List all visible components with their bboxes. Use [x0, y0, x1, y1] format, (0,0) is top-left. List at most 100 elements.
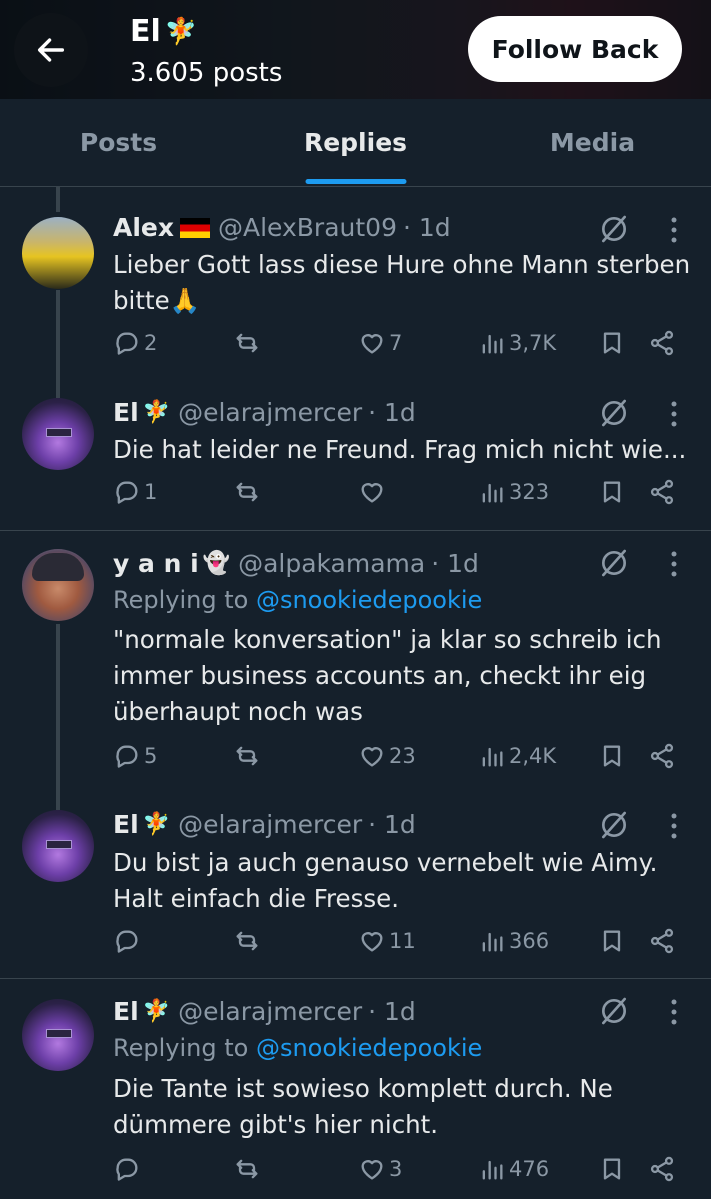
share-icon — [650, 330, 674, 356]
mention-link[interactable]: @snookiedepookie — [256, 586, 482, 614]
author-name[interactable]: El — [113, 398, 139, 427]
mention-link[interactable]: @snookiedepookie — [256, 1034, 482, 1062]
reply-button[interactable]: 5 — [113, 742, 157, 770]
fairy-emoji: 🧚 — [142, 812, 171, 837]
tweet-time: · 1d — [368, 997, 416, 1026]
tweet-header: El 🧚 @elarajmercer · 1d — [113, 810, 416, 839]
bookmark-button[interactable] — [598, 478, 626, 506]
repost-button[interactable] — [233, 478, 264, 506]
back-button[interactable] — [14, 13, 88, 87]
share-button[interactable] — [648, 1155, 676, 1183]
share-button[interactable] — [648, 927, 676, 955]
bookmark-button[interactable] — [598, 927, 626, 955]
views-button[interactable]: 3,7K — [478, 329, 556, 357]
like-button[interactable]: 3 — [358, 1155, 402, 1183]
avatar[interactable] — [22, 549, 94, 621]
author-name[interactable]: El — [113, 810, 139, 839]
views-button[interactable]: 476 — [478, 1155, 549, 1183]
tweet-header: El 🧚 @elarajmercer · 1d — [113, 997, 416, 1026]
like-button[interactable]: 11 — [358, 927, 416, 955]
repost-button[interactable] — [233, 927, 264, 955]
view-count: 476 — [509, 1157, 550, 1181]
more-icon[interactable] — [665, 399, 683, 429]
reply-button[interactable]: 1 — [113, 478, 157, 506]
author-handle[interactable]: @elarajmercer — [178, 810, 362, 839]
tab-posts[interactable]: Posts — [0, 99, 237, 186]
share-button[interactable] — [648, 329, 676, 357]
follow-back-button[interactable]: Follow Back — [468, 16, 682, 82]
author-handle[interactable]: @alpakamama — [238, 549, 425, 578]
replying-label: Replying to — [113, 586, 249, 614]
grok-icon[interactable] — [598, 213, 630, 245]
tweet[interactable]: El 🧚 @elarajmercer · 1d Du bist ja auch … — [0, 793, 711, 978]
replying-to: Replying to @snookiedepookie — [113, 1034, 482, 1062]
views-button[interactable]: 323 — [478, 478, 549, 506]
more-icon[interactable] — [665, 997, 683, 1027]
arrow-left-icon — [37, 38, 65, 62]
reply-button[interactable] — [113, 927, 144, 955]
avatar[interactable] — [22, 999, 94, 1071]
tab-label: Media — [549, 128, 636, 157]
grok-icon[interactable] — [598, 397, 630, 429]
like-button[interactable]: 23 — [358, 742, 416, 770]
avatar[interactable] — [22, 398, 94, 470]
author-name[interactable]: El — [113, 997, 139, 1026]
heart-icon — [361, 334, 383, 354]
fairy-emoji: 🧚 — [164, 16, 198, 47]
tweet-actions: 3 476 — [0, 1155, 711, 1195]
views-button[interactable]: 2,4K — [478, 742, 556, 770]
replying-label: Replying to — [113, 1034, 249, 1062]
views-icon — [482, 932, 503, 952]
author-handle[interactable]: @elarajmercer — [178, 997, 362, 1026]
like-count: 7 — [389, 331, 403, 355]
share-button[interactable] — [648, 742, 676, 770]
bookmark-button[interactable] — [598, 329, 626, 357]
views-button[interactable]: 366 — [478, 927, 549, 955]
more-icon[interactable] — [665, 549, 683, 579]
author-name[interactable]: Alex — [113, 213, 174, 242]
more-icon[interactable] — [665, 215, 683, 245]
like-button[interactable]: 7 — [358, 329, 402, 357]
repost-button[interactable] — [233, 742, 264, 770]
share-icon — [650, 928, 674, 954]
fairy-emoji: 🧚 — [142, 999, 171, 1024]
repost-button[interactable] — [233, 1155, 264, 1183]
tweet-header: Alex @AlexBraut09 · 1d — [113, 213, 451, 242]
bookmark-button[interactable] — [598, 742, 626, 770]
grok-icon[interactable] — [598, 809, 630, 841]
reply-button[interactable] — [113, 1155, 144, 1183]
tweet-text: Die hat leider ne Freund. Frag mich nich… — [113, 435, 687, 464]
bookmark-button[interactable] — [598, 1155, 626, 1183]
views-icon — [482, 747, 503, 767]
author-handle[interactable]: @elarajmercer — [178, 398, 362, 427]
profile-title: El 🧚 — [130, 14, 197, 49]
reply-count: 5 — [144, 744, 158, 768]
view-count: 366 — [509, 929, 550, 953]
share-button[interactable] — [648, 478, 676, 506]
tweet[interactable]: y a n i 👻 @alpakamama · 1d Replying to @… — [0, 531, 711, 793]
reply-icon — [116, 930, 138, 953]
tab-media[interactable]: Media — [474, 99, 711, 186]
grok-icon[interactable] — [598, 547, 630, 579]
reply-count: 1 — [144, 480, 158, 504]
like-count: 3 — [389, 1157, 403, 1181]
post-count: 3.605 posts — [130, 58, 283, 88]
like-count: 11 — [389, 929, 416, 953]
tweet-header: y a n i 👻 @alpakamama · 1d — [113, 549, 479, 578]
reply-button[interactable]: 2 — [113, 329, 157, 357]
repost-button[interactable] — [233, 329, 264, 357]
author-name[interactable]: y a n i — [113, 549, 199, 578]
grok-icon[interactable] — [598, 995, 630, 1027]
author-handle[interactable]: @AlexBraut09 — [218, 213, 397, 242]
tweet[interactable]: El 🧚 @elarajmercer · 1d Replying to @sno… — [0, 979, 711, 1199]
avatar[interactable] — [22, 217, 94, 289]
tweet[interactable]: El 🧚 @elarajmercer · 1d Die hat leider n… — [0, 383, 711, 530]
tab-replies[interactable]: Replies — [237, 99, 474, 186]
share-icon — [650, 1156, 674, 1182]
like-button[interactable] — [358, 478, 389, 506]
avatar[interactable] — [22, 810, 94, 882]
more-icon[interactable] — [665, 811, 683, 841]
repost-icon — [236, 746, 258, 766]
tweet[interactable]: Alex @AlexBraut09 · 1d Lieber Gott lass … — [0, 187, 711, 383]
view-count: 323 — [509, 480, 550, 504]
